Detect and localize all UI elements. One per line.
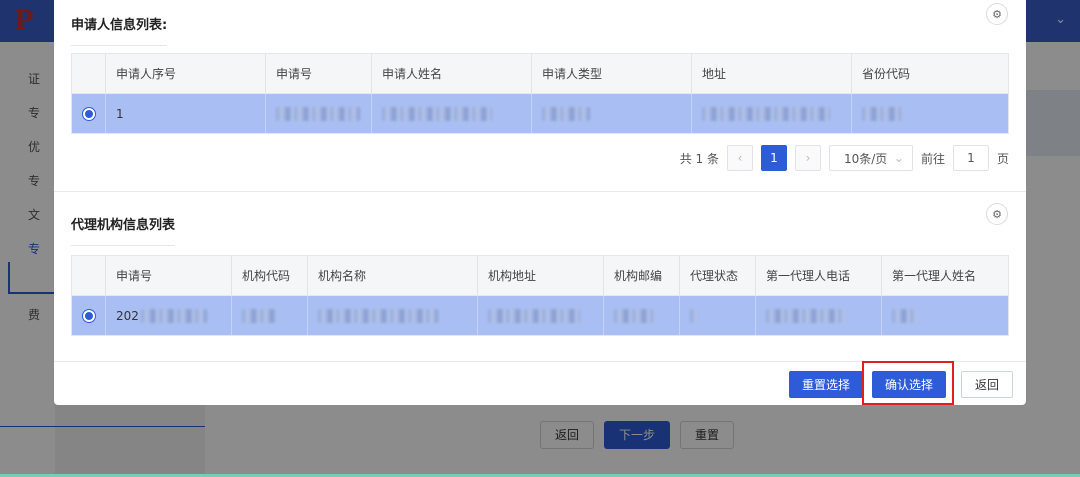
table-row[interactable]: 1 (72, 94, 1008, 133)
page-suffix: 页 (996, 151, 1009, 166)
table-header: 申请人序号 申请号 申请人姓名 申请人类型 地址 省份代码 (72, 54, 1008, 94)
redacted-cell (756, 296, 882, 335)
agency-table: 申请号 机构代码 机构名称 机构地址 机构邮编 代理状态 第一代理人电话 第一代… (71, 255, 1009, 336)
redacted-cell (478, 296, 604, 335)
agency-section-title: 代理机构信息列表 (71, 214, 176, 246)
column-header: 申请号 (266, 54, 372, 93)
row-radio[interactable] (72, 94, 106, 133)
column-header: 机构名称 (308, 256, 478, 295)
column-header: 机构地址 (478, 256, 604, 295)
application-number-prefix: 202 (116, 308, 139, 323)
radio-selected-icon (82, 309, 95, 322)
column-header: 第一代理人电话 (756, 256, 882, 295)
redacted-cell (372, 94, 532, 133)
column-header: 机构邮编 (604, 256, 680, 295)
column-header: 代理状态 (680, 256, 756, 295)
next-page-button[interactable]: › (794, 145, 821, 171)
redacted-cell (882, 296, 1008, 335)
page-size-select[interactable]: 10条/页 ⌄ (828, 145, 913, 171)
page-number[interactable]: 1 (760, 145, 787, 171)
table-row[interactable]: 202 (72, 296, 1008, 335)
gear-icon[interactable]: ⚙ (986, 3, 1008, 25)
prev-page-button[interactable]: ‹ (726, 145, 753, 171)
selection-dialog: 申请人信息列表: ⚙ 申请人序号 申请号 申请人姓名 申请人类型 地址 省份代码… (54, 0, 1026, 405)
table-cell: 1 (106, 94, 266, 133)
table-cell: 202 (106, 296, 232, 335)
redacted-cell (680, 296, 756, 335)
redacted-cell (266, 94, 372, 133)
column-header: 机构代码 (232, 256, 308, 295)
radio-selected-icon (82, 107, 95, 120)
column-header: 申请人类型 (532, 54, 692, 93)
table-header: 申请号 机构代码 机构名称 机构地址 机构邮编 代理状态 第一代理人电话 第一代… (72, 256, 1008, 296)
goto-label: 前往 (920, 151, 945, 166)
section-divider (54, 191, 1026, 192)
pagination: 共 1 条 ‹ 1 › 10条/页 ⌄ 前往 1 页 (680, 145, 1009, 171)
column-header: 第一代理人姓名 (892, 269, 977, 283)
redacted-cell (532, 94, 692, 133)
reset-selection-button[interactable]: 重置选择 (789, 371, 864, 398)
row-radio[interactable] (72, 296, 106, 335)
column-header: 申请人序号 (106, 54, 266, 93)
column-header: 申请人姓名 (372, 54, 532, 93)
total-count: 共 1 条 (679, 151, 719, 166)
redacted-cell (308, 296, 478, 335)
back-button[interactable]: 返回 (961, 371, 1014, 398)
header-select (72, 54, 106, 93)
gear-icon[interactable]: ⚙ (986, 203, 1008, 225)
redacted-cell (852, 94, 1008, 133)
column-header: 地址 (692, 54, 852, 93)
highlight-frame (862, 361, 954, 405)
redacted-cell (604, 296, 680, 335)
chevron-down-icon: ⌄ (893, 151, 904, 165)
redacted-cell (692, 94, 852, 133)
column-header: 省份代码 (862, 67, 911, 81)
header-select (72, 256, 106, 295)
page-size-value: 10条/页 (843, 151, 888, 166)
applicant-section-title: 申请人信息列表: (71, 14, 168, 46)
goto-page-input[interactable]: 1 (952, 145, 989, 171)
redacted-cell (232, 296, 308, 335)
column-header: 申请号 (106, 256, 232, 295)
applicant-table: 申请人序号 申请号 申请人姓名 申请人类型 地址 省份代码 1 (71, 53, 1009, 134)
